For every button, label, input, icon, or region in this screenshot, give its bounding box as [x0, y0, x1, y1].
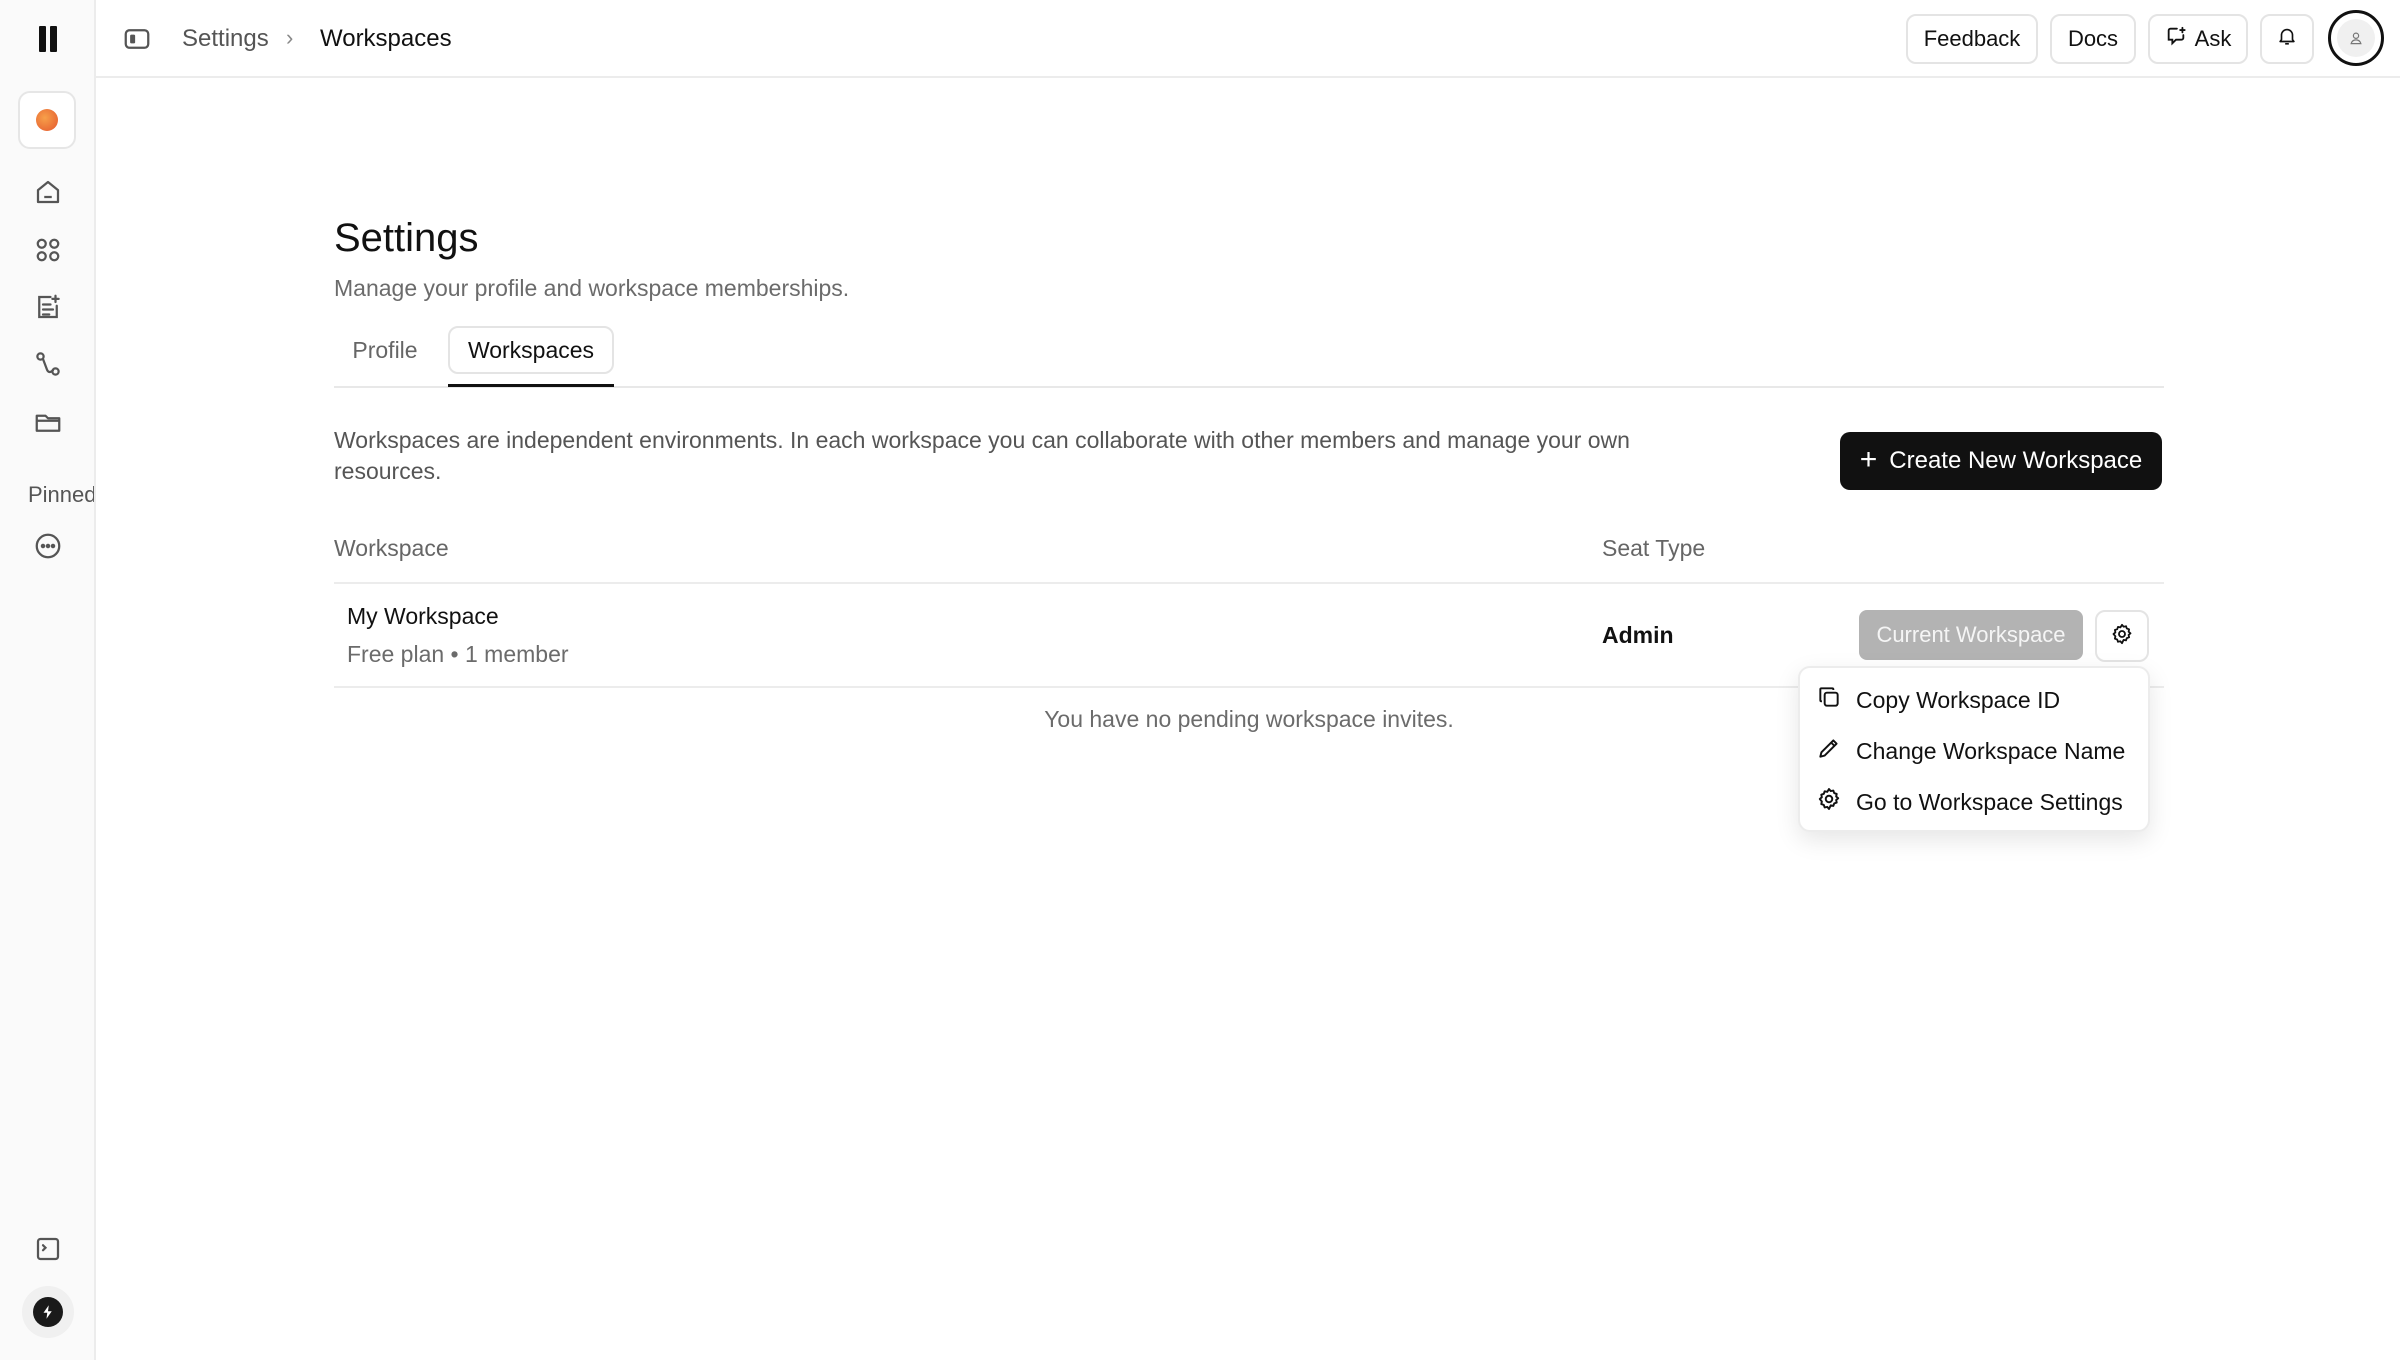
chevron-right-icon: ›: [286, 25, 294, 50]
ask-button[interactable]: Ask: [2148, 14, 2248, 64]
quick-action-button[interactable]: [22, 1286, 74, 1338]
workspace-name: My Workspace: [347, 603, 499, 629]
app-logo[interactable]: [34, 22, 62, 56]
page-subtitle: Manage your profile and workspace member…: [334, 275, 850, 301]
copy-icon: [1816, 684, 1842, 716]
menu-item-copy-workspace-id[interactable]: Copy Workspace ID: [1816, 680, 2060, 720]
home-icon[interactable]: [30, 174, 66, 210]
folder-icon[interactable]: [30, 404, 66, 440]
sidebar: Pinned: [0, 0, 96, 1360]
notes-icon[interactable]: [30, 289, 66, 325]
gear-icon: [1816, 786, 1842, 818]
apps-icon[interactable]: [30, 232, 66, 268]
pinned-section-label: Pinned: [28, 482, 96, 507]
page-title: Settings: [334, 216, 479, 260]
workspace-switcher[interactable]: [18, 91, 76, 149]
ask-label: Ask: [2194, 26, 2232, 51]
user-icon: [2337, 19, 2375, 57]
gear-icon: [2110, 622, 2134, 651]
menu-item-label: Copy Workspace ID: [1856, 686, 2061, 713]
create-new-workspace-label: Create New Workspace: [1889, 447, 2143, 474]
ask-icon: [2165, 25, 2187, 53]
menu-item-go-to-workspace-settings[interactable]: Go to Workspace Settings: [1816, 782, 2123, 822]
bolt-icon: [33, 1297, 63, 1327]
column-header-workspace: Workspace: [334, 535, 449, 561]
top-bar: Settings › Workspaces Feedback Docs Ask: [96, 0, 2400, 78]
current-workspace-button[interactable]: Current Workspace: [1859, 610, 2083, 660]
feedback-label: Feedback: [1923, 26, 2021, 51]
bell-icon: [2276, 25, 2298, 53]
seat-type-value: Admin: [1602, 622, 1674, 648]
column-header-seat-type: Seat Type: [1602, 535, 1706, 561]
feedback-button[interactable]: Feedback: [1906, 14, 2038, 64]
table-divider: [334, 582, 2164, 584]
plus-icon: +: [1859, 442, 1878, 476]
user-avatar[interactable]: [2328, 10, 2384, 66]
notifications-button[interactable]: [2260, 14, 2314, 64]
menu-item-change-workspace-name[interactable]: Change Workspace Name: [1816, 731, 2125, 771]
menu-item-label: Go to Workspace Settings: [1856, 788, 2123, 815]
workspace-avatar: [36, 109, 58, 131]
pencil-icon: [1816, 735, 1842, 767]
workspaces-description: Workspaces are independent environments.…: [334, 427, 1630, 484]
breadcrumb-settings[interactable]: Settings: [182, 25, 269, 53]
workspace-settings-button[interactable]: [2095, 610, 2149, 662]
workflow-icon[interactable]: [30, 346, 66, 382]
workspace-meta: Free plan • 1 member: [347, 641, 569, 667]
tab-workspaces[interactable]: Workspaces: [448, 326, 614, 374]
more-icon[interactable]: [30, 528, 66, 564]
workspace-actions-menu: Copy Workspace ID Change Workspace Name …: [1798, 666, 2150, 832]
active-tab-indicator: [448, 384, 614, 387]
docs-button[interactable]: Docs: [2050, 14, 2136, 64]
docs-label: Docs: [2067, 26, 2119, 51]
tab-profile[interactable]: Profile: [334, 326, 436, 374]
sidebar-toggle-icon[interactable]: [122, 24, 152, 54]
breadcrumb-workspaces: Workspaces: [320, 25, 452, 52]
terminal-icon[interactable]: [30, 1231, 66, 1267]
menu-item-label: Change Workspace Name: [1856, 737, 2126, 764]
create-new-workspace-button[interactable]: + Create New Workspace: [1840, 432, 2162, 490]
